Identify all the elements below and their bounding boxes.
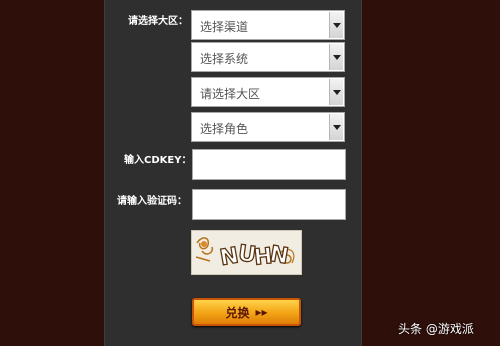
redeem-button-label: 兑换 — [225, 305, 250, 320]
chevron-down-icon[interactable] — [329, 79, 343, 105]
channel-select[interactable]: 选择渠道 — [191, 10, 345, 40]
captcha-input[interactable] — [192, 189, 346, 220]
chevron-down-icon[interactable] — [329, 12, 343, 38]
system-select[interactable]: 选择系统 — [191, 42, 345, 72]
chevron-down-icon[interactable] — [329, 114, 343, 140]
cdkey-label: 输入CDKEY： — [124, 155, 192, 166]
role-select[interactable]: 选择角色 — [191, 112, 345, 142]
svg-text:N: N — [268, 242, 290, 270]
captcha-graphic: N U H N — [195, 237, 295, 272]
chevron-down-icon[interactable] — [329, 44, 343, 70]
server-label: 请选择大区： — [128, 16, 188, 27]
double-chevron-right-icon: ▸▸ — [255, 305, 268, 319]
captcha-flower — [201, 241, 207, 247]
redeem-button[interactable]: 兑换 ▸▸ — [192, 298, 301, 326]
role-select-value: 选择角色 — [200, 122, 249, 136]
system-select-value: 选择系统 — [200, 52, 249, 66]
channel-select-value: 选择渠道 — [200, 20, 249, 34]
zone-select[interactable]: 请选择大区 — [191, 77, 345, 107]
watermark: 头条 @游戏派 — [398, 322, 474, 336]
zone-select-value: 请选择大区 — [200, 87, 261, 101]
captcha-image[interactable]: N U H N — [191, 230, 302, 275]
captcha-label: 请输入验证码： — [117, 196, 187, 207]
cdkey-input[interactable] — [192, 149, 346, 180]
